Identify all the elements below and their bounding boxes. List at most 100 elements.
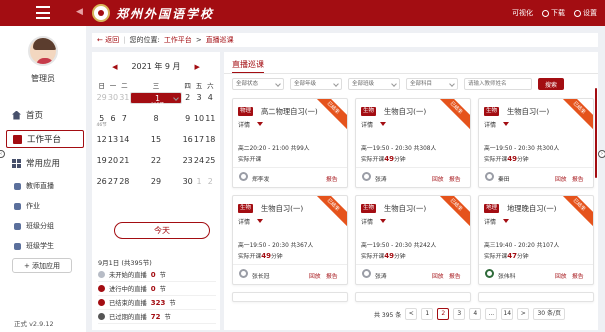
- calendar-day[interactable]: 14: [119, 134, 130, 153]
- calendar-day[interactable]: 18: [205, 134, 216, 153]
- calendar-day[interactable]: 2: [205, 176, 216, 195]
- calendar-day[interactable]: 29: [130, 176, 182, 195]
- calendar-day[interactable]: 19: [96, 155, 107, 174]
- calendar-day[interactable]: 11: [205, 113, 216, 132]
- live-card[interactable]: 已结束 生物 生物自习(一) 详情 高一19:50 - 20:30 共367人 实际开课4…: [232, 195, 348, 285]
- calendar-day[interactable]: 16: [182, 134, 193, 153]
- live-card[interactable]: 已结束 地理 地理晚自习(一) 详情 高三19:40 - 20:20 共107人 实际开课…: [478, 195, 594, 285]
- report-link[interactable]: 报告: [572, 271, 584, 280]
- calendar-day[interactable]: 1: [193, 176, 204, 195]
- menu-icon[interactable]: [36, 6, 50, 19]
- app-item-class-group[interactable]: 班级分组: [6, 218, 84, 234]
- calendar-day[interactable]: 17: [193, 134, 204, 153]
- live-card[interactable]: 已结束 生物 生物自习(一) 详情 高一19:50 - 20:30 共308人 实际开课4…: [355, 98, 471, 188]
- page-button[interactable]: 4: [469, 308, 482, 320]
- settings-button[interactable]: 设置: [574, 8, 597, 18]
- caret-down-icon[interactable]: [380, 219, 386, 223]
- prev-page-button[interactable]: <: [405, 308, 418, 320]
- page-button[interactable]: 14: [501, 308, 514, 320]
- sidebar-item-apps[interactable]: 常用应用: [6, 154, 84, 172]
- breadcrumb-live-patrol[interactable]: 直播巡课: [206, 35, 234, 45]
- calendar-day[interactable]: 10: [193, 113, 204, 132]
- teacher-search-input[interactable]: [464, 78, 532, 90]
- tab-live-patrol[interactable]: 直播巡课: [232, 59, 264, 74]
- replay-link[interactable]: 回放: [555, 271, 567, 280]
- report-link[interactable]: 报告: [326, 271, 338, 280]
- subject-select[interactable]: 全部科目: [406, 78, 458, 90]
- calendar-day[interactable]: 31: [119, 92, 130, 111]
- report-link[interactable]: 报告: [572, 174, 584, 183]
- next-page-button[interactable]: >: [517, 308, 530, 320]
- app-item-teacher-live[interactable]: 教师直播: [6, 178, 84, 194]
- detail-link[interactable]: 详情: [361, 217, 373, 226]
- caret-down-icon[interactable]: [380, 122, 386, 126]
- report-link[interactable]: 报告: [449, 174, 461, 183]
- avatar[interactable]: [28, 36, 58, 66]
- replay-link[interactable]: 回放: [309, 271, 321, 280]
- page-size-select[interactable]: 30 条/页: [533, 308, 566, 320]
- live-card[interactable]: [355, 292, 471, 302]
- add-app-button[interactable]: + 添加应用: [12, 258, 72, 273]
- caret-down-icon[interactable]: [257, 122, 263, 126]
- detail-link[interactable]: 详情: [484, 120, 496, 129]
- status-select[interactable]: 全部状态: [232, 78, 284, 90]
- calendar-day[interactable]: 8: [130, 113, 182, 132]
- calendar-day[interactable]: 6: [107, 113, 118, 132]
- calendar-day[interactable]: 23: [182, 155, 193, 174]
- app-item-homework[interactable]: 作业: [6, 198, 84, 214]
- calendar-day[interactable]: 20: [107, 155, 118, 174]
- calendar-day[interactable]: 30: [107, 92, 118, 111]
- detail-link[interactable]: 详情: [238, 217, 250, 226]
- caret-down-icon[interactable]: [503, 122, 509, 126]
- calendar-day[interactable]: 9: [182, 113, 193, 132]
- replay-link[interactable]: 回放: [432, 271, 444, 280]
- calendar-day[interactable]: 21: [119, 155, 130, 174]
- caret-down-icon[interactable]: [257, 219, 263, 223]
- page-button[interactable]: 3: [453, 308, 466, 320]
- page-button[interactable]: 1: [421, 308, 434, 320]
- detail-link[interactable]: 详情: [238, 120, 250, 129]
- page-button[interactable]: 2: [437, 308, 450, 320]
- today-button[interactable]: 今天: [114, 222, 210, 239]
- sidebar-item-home[interactable]: 首页: [6, 106, 84, 124]
- live-card[interactable]: [478, 292, 594, 302]
- live-card[interactable]: 已结束 生物 生物自习(一) 详情 高一19:50 - 20:30 共242人 实际开课4…: [355, 195, 471, 285]
- live-card[interactable]: [232, 292, 348, 302]
- breadcrumb-work-platform[interactable]: 工作平台: [164, 35, 192, 45]
- detail-link[interactable]: 详情: [361, 120, 373, 129]
- calendar-day[interactable]: 7: [119, 113, 130, 132]
- calendar-day[interactable]: 29: [96, 92, 107, 111]
- download-button[interactable]: 下载: [542, 8, 565, 18]
- search-button[interactable]: 搜索: [538, 78, 564, 90]
- report-link[interactable]: 报告: [449, 271, 461, 280]
- app-item-class-students[interactable]: 班级学生: [6, 238, 84, 254]
- calendar-day[interactable]: 1 395节: [129, 92, 182, 108]
- calendar-day[interactable]: 13: [107, 134, 118, 153]
- calendar-day[interactable]: 3: [193, 92, 204, 111]
- calendar-day[interactable]: 2: [182, 92, 193, 111]
- calendar-day[interactable]: 12: [96, 134, 107, 153]
- next-month-icon[interactable]: ▶: [195, 63, 200, 71]
- detail-link[interactable]: 详情: [484, 217, 496, 226]
- live-card[interactable]: 已结束 物理 高二物理自习(一) 详情 高二20:20 - 21:00 共99人 实际开课…: [232, 98, 348, 188]
- chevron-right-icon[interactable]: ›: [598, 150, 605, 158]
- calendar-day[interactable]: 26: [96, 176, 107, 195]
- grade-select[interactable]: 全部年级: [290, 78, 342, 90]
- calendar-day[interactable]: 30: [182, 176, 193, 195]
- calendar-day[interactable]: 15: [130, 134, 182, 153]
- calendar-day[interactable]: 22: [130, 155, 182, 174]
- replay-link[interactable]: 回放: [432, 174, 444, 183]
- caret-down-icon[interactable]: [503, 219, 509, 223]
- calendar-day[interactable]: 4: [205, 92, 216, 111]
- scrollbar[interactable]: [595, 88, 597, 178]
- calendar-day[interactable]: 24: [193, 155, 204, 174]
- calendar-day[interactable]: 28: [119, 176, 130, 195]
- visualize-button[interactable]: 可视化: [512, 8, 533, 18]
- calendar-day[interactable]: 5 46节: [96, 113, 107, 132]
- sidebar-item-work-platform[interactable]: 工作平台: [6, 130, 84, 148]
- back-link[interactable]: ← 返回: [97, 35, 119, 45]
- collapse-arrow-icon[interactable]: ◀: [76, 7, 83, 17]
- live-card[interactable]: 已结束 生物 生物自习(一) 详情 高一19:50 - 20:30 共300人 实际开课4…: [478, 98, 594, 188]
- calendar-day[interactable]: 27: [107, 176, 118, 195]
- class-select[interactable]: 全部班级: [348, 78, 400, 90]
